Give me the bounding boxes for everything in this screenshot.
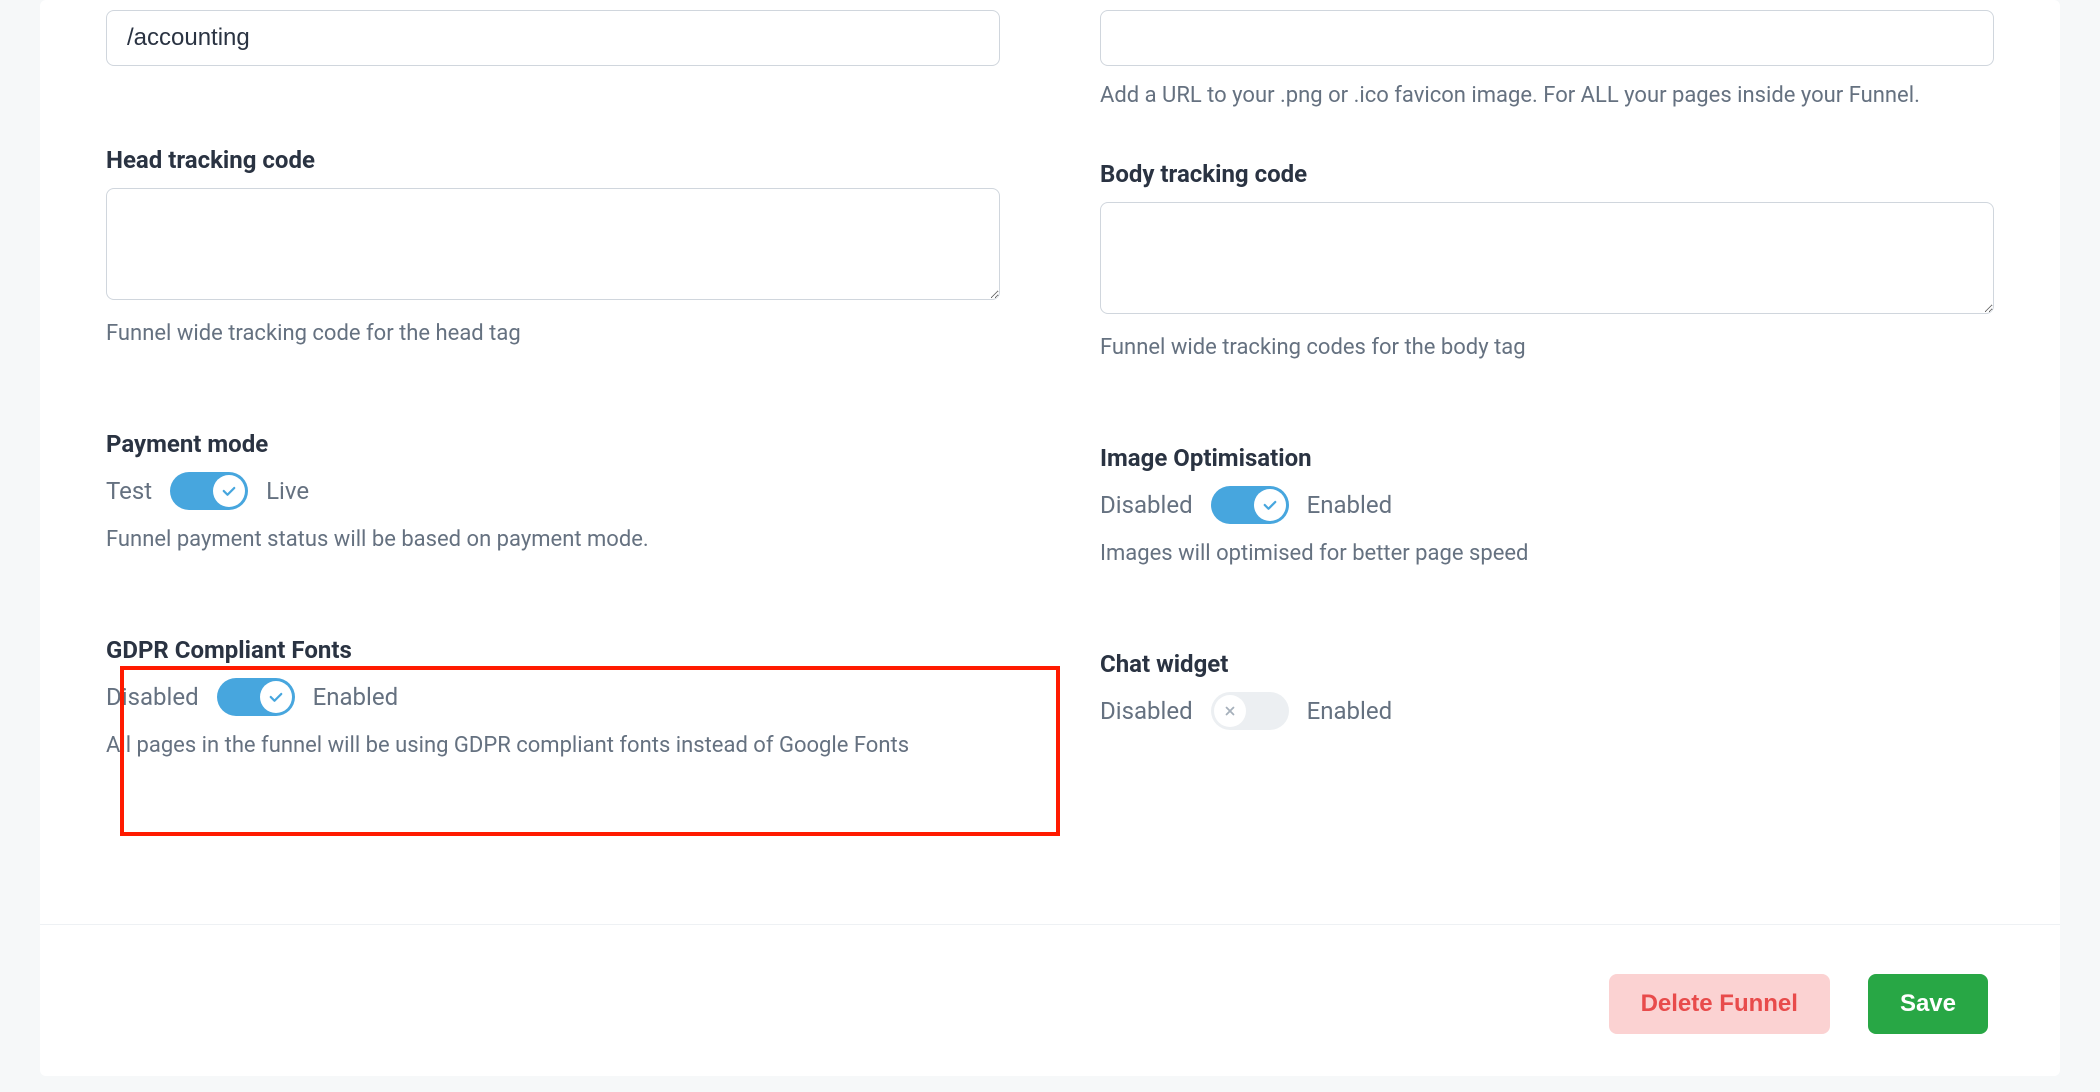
close-icon: [1214, 695, 1246, 727]
body-tracking-label: Body tracking code: [1100, 160, 1994, 188]
check-icon: [1254, 489, 1286, 521]
head-tracking-label: Head tracking code: [106, 146, 1000, 174]
settings-card: Head tracking code Funnel wide tracking …: [40, 0, 2060, 1076]
footer-divider: [40, 924, 2060, 925]
payment-mode-label: Payment mode: [106, 430, 1000, 458]
chat-widget-label: Chat widget: [1100, 650, 1994, 678]
image-opt-on-text: Enabled: [1307, 491, 1393, 519]
head-tracking-helper: Funnel wide tracking code for the head t…: [106, 318, 1000, 350]
body-tracking-textarea[interactable]: [1100, 202, 1994, 314]
chat-widget-toggle[interactable]: [1211, 692, 1289, 730]
favicon-helper: Add a URL to your .png or .ico favicon i…: [1100, 80, 1994, 112]
footer-actions: Delete Funnel Save: [1609, 974, 1988, 1034]
gdpr-on-text: Enabled: [313, 683, 399, 711]
content-area: Head tracking code Funnel wide tracking …: [106, 0, 1994, 1076]
right-column: Add a URL to your .png or .ico favicon i…: [1100, 10, 1994, 762]
body-tracking-helper: Funnel wide tracking codes for the body …: [1100, 332, 1994, 364]
delete-funnel-button[interactable]: Delete Funnel: [1609, 974, 1830, 1034]
gdpr-fonts-toggle[interactable]: [217, 678, 295, 716]
image-opt-toggle[interactable]: [1211, 486, 1289, 524]
save-button[interactable]: Save: [1868, 974, 1988, 1034]
image-opt-helper: Images will optimised for better page sp…: [1100, 538, 1994, 570]
payment-mode-toggle[interactable]: [170, 472, 248, 510]
check-icon: [213, 475, 245, 507]
gdpr-fonts-helper: All pages in the funnel will be using GD…: [106, 730, 1000, 762]
head-tracking-textarea[interactable]: [106, 188, 1000, 300]
left-column: Head tracking code Funnel wide tracking …: [106, 10, 1000, 762]
image-opt-label: Image Optimisation: [1100, 444, 1994, 472]
image-opt-off-text: Disabled: [1100, 491, 1193, 519]
favicon-url-input[interactable]: [1100, 10, 1994, 66]
gdpr-off-text: Disabled: [106, 683, 199, 711]
chat-widget-on-text: Enabled: [1307, 697, 1393, 725]
payment-mode-helper: Funnel payment status will be based on p…: [106, 524, 1000, 556]
check-icon: [260, 681, 292, 713]
payment-mode-off-text: Test: [106, 477, 152, 505]
chat-widget-off-text: Disabled: [1100, 697, 1193, 725]
funnel-path-input[interactable]: [106, 10, 1000, 66]
payment-mode-on-text: Live: [266, 477, 309, 505]
gdpr-fonts-label: GDPR Compliant Fonts: [106, 636, 1000, 664]
